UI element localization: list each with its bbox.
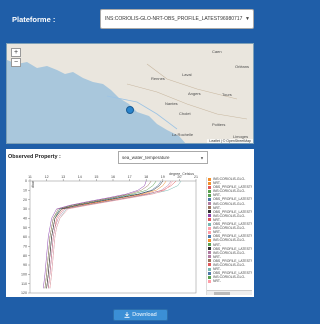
map-label: Rennes [151, 76, 165, 81]
y-tick-label: 10 [23, 189, 27, 193]
map-label: Nantes [165, 101, 178, 106]
zoom-in-button[interactable]: + [11, 48, 21, 57]
map[interactable]: + − Rennes Laval Angers Nantes Cholet Po… [6, 43, 254, 144]
platform-marker[interactable] [126, 106, 134, 114]
x-tick-label: 18 [144, 175, 148, 179]
map-label: Orléans [235, 64, 250, 69]
chart-svg: 11 12 13 14 15 16 17 18 19 20 21010203040506070809… [21, 172, 198, 295]
legend-swatch [208, 177, 211, 181]
map-label: Cholet [179, 111, 191, 116]
y-tick-label: 110 [21, 282, 27, 286]
x-tick-label: 16 [111, 175, 115, 179]
legend-swatch [208, 271, 211, 275]
y-tick-label: 100 [21, 273, 27, 277]
x-tick-label: 13 [61, 175, 65, 179]
legend-swatch [208, 238, 211, 242]
platform-label: Plateforme : [12, 14, 56, 24]
legend-swatch [208, 185, 211, 189]
legend-item[interactable]: NRT- [207, 279, 252, 283]
profile-chart: 11 12 13 14 15 16 17 18 19 20 21 0 10 20 30 40 50 60 70 80 9… [12, 171, 202, 296]
chevron-down-icon: ▼ [245, 16, 250, 22]
legend-swatch [208, 234, 211, 238]
legend-label: NRT- [213, 279, 221, 284]
map-label: Laval [182, 72, 192, 77]
x-tick-label: 12 [45, 175, 49, 179]
legend-swatch [208, 230, 211, 234]
x-tick-label: 15 [94, 175, 98, 179]
legend-swatch [208, 181, 211, 185]
map-label: Caen [212, 49, 222, 54]
legend-swatch [208, 214, 211, 218]
y-tick-label: 30 [23, 207, 27, 211]
legend-swatch [208, 275, 211, 279]
map-label: Tours [222, 92, 232, 97]
y-tick-label: 80 [23, 254, 27, 258]
legend-swatch [208, 226, 211, 230]
map-label: Angers [188, 91, 201, 96]
legend-swatch [208, 218, 211, 222]
legend-swatch [208, 202, 211, 206]
platform-select[interactable]: INS:CORIOLIS-GLO-NRT-OBS_PROFILE_LATEST9… [100, 9, 254, 29]
platform-select-value: INS:CORIOLIS-GLO-NRT-OBS_PROFILE_LATEST9… [105, 16, 243, 22]
y-tick-label: 50 [23, 226, 27, 230]
map-label: La Rochelle [172, 132, 194, 137]
map-label: Poitiers [212, 122, 226, 127]
property-panel: Observed Property : sea_water_temperatur… [6, 149, 254, 297]
y-tick-label: 40 [23, 217, 27, 221]
download-icon [124, 312, 130, 318]
download-button[interactable]: Download [113, 309, 168, 321]
y-tick-label: 70 [23, 245, 27, 249]
legend-swatch [208, 197, 211, 201]
map-land [7, 44, 253, 143]
legend-swatch [208, 189, 211, 193]
y-axis-label: dbar [31, 180, 35, 188]
y-tick-label: 120 [21, 291, 27, 295]
legend-swatch [208, 210, 211, 214]
legend-swatch [208, 222, 211, 226]
legend-swatch [208, 279, 211, 283]
legend-swatch [208, 206, 211, 210]
x-axis-label: degree_Celsius [169, 172, 194, 176]
legend-swatch [208, 251, 211, 255]
zoom-out-button[interactable]: − [11, 58, 21, 67]
x-tick-label: 21 [194, 175, 198, 179]
y-tick-label: 20 [23, 198, 27, 202]
legend-swatch [208, 263, 211, 267]
property-select[interactable]: sea_water_temperature ▼ [118, 151, 208, 164]
legend-swatch [208, 255, 211, 259]
legend-swatch [208, 259, 211, 263]
chevron-down-icon: ▼ [200, 155, 204, 160]
legend-swatch [208, 193, 211, 197]
y-tick-label: 90 [23, 263, 27, 267]
download-label: Download [132, 312, 157, 318]
scroll-thumb[interactable] [214, 292, 230, 295]
platform-bar: Plateforme : INS:CORIOLIS-GLO-NRT-OBS_PR… [6, 8, 254, 30]
chart-legend: INS:CORIOLIS-GLO- NRT- OBS_PROFILE_LATEST9… [206, 177, 252, 295]
x-tick-label: 11 [28, 175, 32, 179]
y-tick-label: 0 [25, 179, 27, 183]
map-attribution: Leaflet | © OpenStreetMap [207, 139, 253, 143]
x-tick-label: 17 [128, 175, 132, 179]
legend-scrollbar[interactable] [207, 290, 252, 295]
property-label: Observed Property : [8, 154, 61, 160]
legend-swatch [208, 267, 211, 271]
legend-swatch [208, 243, 211, 246]
property-select-value: sea_water_temperature [122, 155, 170, 160]
x-tick-label: 19 [161, 175, 165, 179]
legend-swatch [208, 247, 211, 251]
y-tick-label: 60 [23, 235, 27, 239]
x-tick-label: 14 [78, 175, 82, 179]
